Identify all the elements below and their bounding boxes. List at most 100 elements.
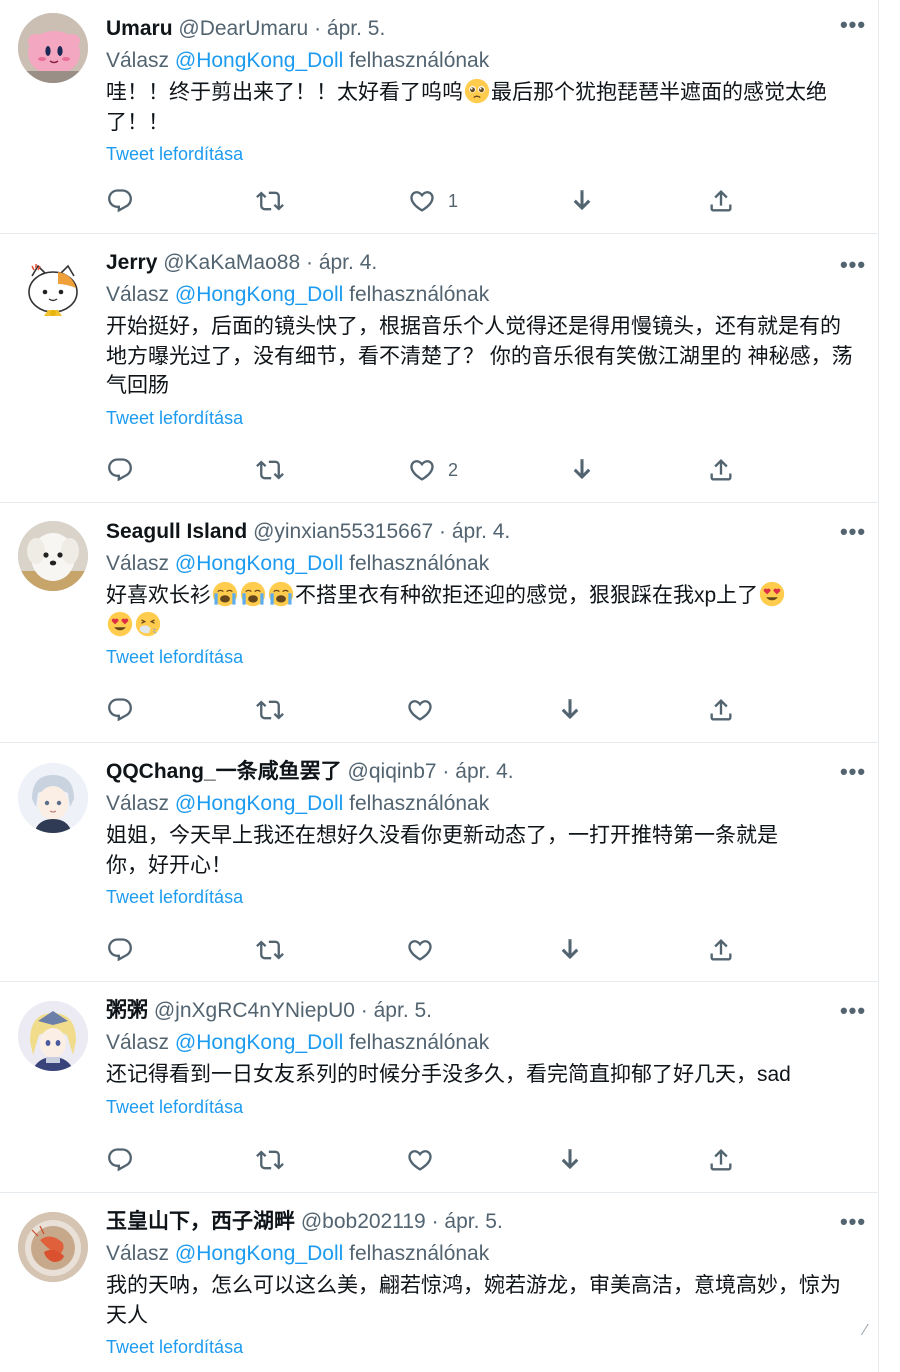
reply-prefix: Válasz bbox=[106, 1242, 170, 1265]
like-button[interactable] bbox=[406, 695, 434, 725]
share-button[interactable] bbox=[707, 455, 735, 485]
mention-link[interactable]: @HongKong_Doll bbox=[175, 552, 343, 575]
tweet-reply[interactable]: QQChang_一条咸鱼罢了 @qiqinb7 · ápr. 4. Válasz… bbox=[0, 743, 879, 982]
retweet-button[interactable] bbox=[256, 455, 284, 485]
tweet-date[interactable]: ápr. 5. bbox=[327, 17, 385, 40]
loudly-crying-face-emoji-icon bbox=[268, 581, 294, 607]
reply-button[interactable] bbox=[106, 935, 134, 965]
download-icon bbox=[556, 1146, 584, 1174]
tweet-header: Jerry @KaKaMao88 · ápr. 4. bbox=[106, 248, 859, 278]
avatar[interactable] bbox=[18, 254, 88, 324]
download-button[interactable] bbox=[568, 455, 596, 485]
download-icon bbox=[556, 936, 584, 964]
author-name[interactable]: 粥粥 bbox=[106, 999, 148, 1022]
author-name[interactable]: Umaru bbox=[106, 17, 173, 40]
more-options-icon[interactable]: ••• bbox=[833, 254, 873, 284]
more-options-icon[interactable]: ••• bbox=[833, 1211, 873, 1241]
download-button[interactable] bbox=[568, 186, 596, 216]
tweet-date[interactable]: ápr. 4. bbox=[319, 251, 377, 274]
retweet-button[interactable] bbox=[256, 1145, 284, 1175]
reply-context: Válasz @HongKong_Doll felhasználónak bbox=[106, 44, 859, 77]
download-icon bbox=[568, 187, 596, 215]
reply-button[interactable] bbox=[106, 455, 134, 485]
author-name[interactable]: QQChang_一条咸鱼罢了 bbox=[106, 760, 342, 783]
translate-tweet-link[interactable]: Tweet lefordítása bbox=[106, 881, 859, 913]
tweet-date[interactable]: ápr. 4. bbox=[455, 760, 513, 783]
tweet-header: QQChang_一条咸鱼罢了 @qiqinb7 · ápr. 4. bbox=[106, 757, 859, 787]
heart-icon bbox=[406, 696, 434, 724]
retweet-icon bbox=[256, 936, 284, 964]
reply-button[interactable] bbox=[106, 1145, 134, 1175]
tweet-reply[interactable]: 玉皇山下，西子湖畔 @bob202119 · ápr. 5. Válasz @H… bbox=[0, 1193, 879, 1372]
tweet-header: 玉皇山下，西子湖畔 @bob202119 · ápr. 5. bbox=[106, 1207, 859, 1237]
retweet-button[interactable] bbox=[256, 695, 284, 725]
share-button[interactable] bbox=[707, 186, 735, 216]
mention-link[interactable]: @HongKong_Doll bbox=[175, 1242, 343, 1265]
author-name[interactable]: Jerry bbox=[106, 251, 157, 274]
reply-suffix: felhasználónak bbox=[349, 1242, 490, 1265]
translate-tweet-link[interactable]: Tweet lefordítása bbox=[106, 402, 859, 434]
reply-button[interactable] bbox=[106, 186, 134, 216]
avatar[interactable] bbox=[18, 763, 88, 833]
author-handle[interactable]: @DearUmaru bbox=[178, 17, 308, 40]
like-button[interactable]: 1 bbox=[408, 186, 458, 216]
share-icon bbox=[707, 696, 735, 724]
reply-context: Válasz @HongKong_Doll felhasználónak bbox=[106, 787, 859, 820]
like-count: 1 bbox=[448, 190, 459, 211]
author-name[interactable]: Seagull Island bbox=[106, 520, 247, 543]
download-button[interactable] bbox=[556, 1145, 584, 1175]
avatar[interactable] bbox=[18, 1212, 88, 1282]
mention-link[interactable]: @HongKong_Doll bbox=[175, 792, 343, 815]
more-options-icon[interactable]: ••• bbox=[833, 1000, 873, 1030]
author-handle[interactable]: @bob202119 bbox=[301, 1210, 426, 1233]
download-button[interactable] bbox=[556, 695, 584, 725]
author-handle[interactable]: @KaKaMao88 bbox=[163, 251, 300, 274]
like-button[interactable] bbox=[406, 935, 434, 965]
like-button[interactable] bbox=[406, 1145, 434, 1175]
mention-link[interactable]: @HongKong_Doll bbox=[175, 49, 343, 72]
avatar[interactable] bbox=[18, 13, 88, 83]
tweet-body: 粥粥 @jnXgRC4nYNiepU0 · ápr. 5. Válasz @Ho… bbox=[106, 996, 859, 1123]
action-bar bbox=[106, 935, 746, 965]
like-button[interactable]: 2 bbox=[408, 455, 458, 485]
tweet-reply[interactable]: Umaru @DearUmaru · ápr. 5. Válasz @HongK… bbox=[0, 0, 879, 234]
translate-tweet-link[interactable]: Tweet lefordítása bbox=[106, 641, 859, 673]
mention-link[interactable]: @HongKong_Doll bbox=[175, 283, 343, 306]
share-button[interactable] bbox=[707, 1145, 735, 1175]
more-options-icon[interactable]: ••• bbox=[833, 521, 873, 551]
tweet-reply[interactable]: Seagull Island @yinxian55315667 · ápr. 4… bbox=[0, 503, 879, 743]
translate-tweet-link[interactable]: Tweet lefordítása bbox=[106, 1091, 859, 1123]
avatar[interactable] bbox=[18, 521, 88, 591]
download-button[interactable] bbox=[556, 935, 584, 965]
tweet-body: 玉皇山下，西子湖畔 @bob202119 · ápr. 5. Válasz @H… bbox=[106, 1207, 859, 1363]
share-button[interactable] bbox=[707, 695, 735, 725]
more-options-icon[interactable]: ••• bbox=[833, 761, 873, 791]
translate-tweet-link[interactable]: Tweet lefordítása bbox=[106, 1331, 859, 1363]
tweet-date[interactable]: ápr. 5. bbox=[374, 999, 432, 1022]
author-handle[interactable]: @yinxian55315667 bbox=[253, 520, 433, 543]
retweet-button[interactable] bbox=[256, 186, 284, 216]
reply-icon bbox=[106, 187, 134, 215]
tweet-date[interactable]: ápr. 4. bbox=[452, 520, 510, 543]
reply-prefix: Válasz bbox=[106, 1031, 170, 1054]
share-button[interactable] bbox=[707, 935, 735, 965]
tweet-reply[interactable]: 粥粥 @jnXgRC4nYNiepU0 · ápr. 5. Válasz @Ho… bbox=[0, 982, 879, 1193]
mention-link[interactable]: @HongKong_Doll bbox=[175, 1031, 343, 1054]
reply-context: Válasz @HongKong_Doll felhasználónak bbox=[106, 1026, 859, 1059]
tweet-reply[interactable]: Jerry @KaKaMao88 · ápr. 4. Válasz @HongK… bbox=[0, 234, 879, 503]
reply-icon bbox=[106, 936, 134, 964]
author-name[interactable]: 玉皇山下，西子湖畔 bbox=[106, 1210, 295, 1233]
like-count: 2 bbox=[448, 459, 459, 480]
heart-eyes-face-emoji-icon bbox=[107, 611, 133, 637]
tweet-date[interactable]: ápr. 5. bbox=[444, 1210, 502, 1233]
author-handle[interactable]: @jnXgRC4nYNiepU0 bbox=[154, 999, 355, 1022]
tweet-text: 哇！！终于剪出来了！！太好看了呜呜 最后那个犹抱琵琶半遮面的感觉太绝了！！ bbox=[106, 78, 859, 137]
author-handle[interactable]: @qiqinb7 bbox=[348, 760, 437, 783]
heart-icon bbox=[408, 456, 436, 484]
more-options-icon[interactable]: ••• bbox=[833, 14, 873, 44]
reply-button[interactable] bbox=[106, 695, 134, 725]
avatar[interactable] bbox=[18, 1001, 88, 1071]
tweet-text-part: 好喜欢长衫 bbox=[106, 584, 211, 607]
translate-tweet-link[interactable]: Tweet lefordítása bbox=[106, 138, 859, 170]
retweet-button[interactable] bbox=[256, 935, 284, 965]
